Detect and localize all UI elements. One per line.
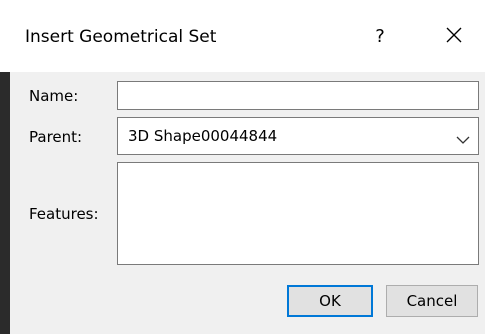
close-icon <box>436 18 472 52</box>
features-list[interactable] <box>117 162 479 265</box>
chevron-down-icon <box>456 130 470 149</box>
window-edge <box>0 72 10 334</box>
title-bar: Insert Geometrical Set ? <box>0 0 485 72</box>
cancel-button[interactable]: Cancel <box>386 285 478 317</box>
help-button[interactable]: ? <box>366 19 394 53</box>
parent-label: Parent: <box>29 128 83 146</box>
parent-dropdown[interactable]: 3D Shape00044844 <box>117 117 479 155</box>
name-label: Name: <box>29 87 79 105</box>
dialog-title: Insert Geometrical Set <box>25 27 217 47</box>
insert-geometrical-set-dialog: Insert Geometrical Set ? Name: Parent: 3… <box>0 0 485 334</box>
parent-selected-value: 3D Shape00044844 <box>128 127 278 145</box>
features-label: Features: <box>29 205 99 223</box>
close-button[interactable] <box>436 18 472 52</box>
ok-button[interactable]: OK <box>287 285 373 317</box>
name-input[interactable] <box>117 81 479 110</box>
